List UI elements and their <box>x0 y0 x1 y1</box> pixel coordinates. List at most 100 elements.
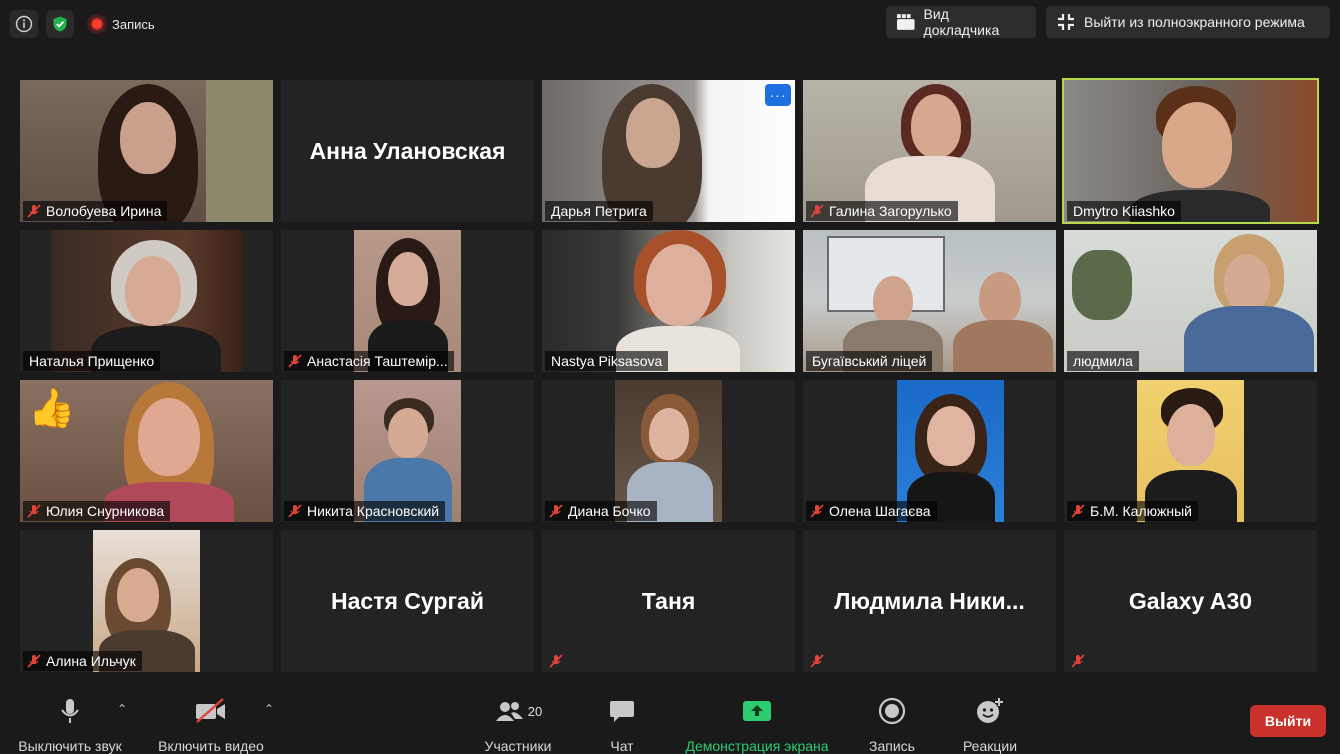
meeting-toolbar: Выключить звук ⌃ Включить видео ⌃ 20 Уча… <box>0 684 1340 754</box>
participant-name: Nastya Piksasova <box>551 353 663 369</box>
chat-icon <box>610 701 634 722</box>
recording-indicator[interactable]: Запись <box>90 17 155 32</box>
record-icon <box>878 697 906 725</box>
record-label: Запись <box>869 738 915 754</box>
participant-name-label: Nastya Piksasova <box>545 351 669 371</box>
participant-name: Бугаївський ліцей <box>812 353 927 369</box>
participant-name-label: Галина Загорулько <box>806 201 958 221</box>
participant-tile[interactable]: Олена Шагаєва <box>803 380 1056 522</box>
encryption-shield-icon[interactable] <box>46 10 74 38</box>
participant-tile[interactable]: 👍 Юлия Снурникова <box>20 380 273 522</box>
participant-tile[interactable]: людмила <box>1064 230 1317 372</box>
exit-fullscreen-label: Выйти из полноэкранного режима <box>1084 14 1305 30</box>
chat-button[interactable]: Чат <box>598 684 646 754</box>
info-icon[interactable] <box>10 10 38 38</box>
participant-mute-indicator <box>1067 651 1092 671</box>
participants-button[interactable]: 20 Участники <box>478 684 558 754</box>
participant-name-label: Никита Красновский <box>284 501 446 521</box>
muted-mic-icon <box>27 504 41 518</box>
participants-count: 20 <box>527 703 543 719</box>
participant-mute-indicator <box>806 651 831 671</box>
participant-tile[interactable]: Анна Улановская <box>281 80 534 222</box>
participant-tile[interactable]: Nastya Piksasova <box>542 230 795 372</box>
muted-mic-icon <box>549 654 563 668</box>
participant-name: Волобуева Ирина <box>46 203 162 219</box>
participant-name: Никита Красновский <box>307 503 440 519</box>
participant-tile[interactable]: Galaxy A30 <box>1064 530 1317 672</box>
mute-label: Выключить звук <box>18 738 122 754</box>
participant-name-label: Юлия Снурникова <box>23 501 171 521</box>
participant-name: Анастасія Таштемір... <box>307 353 448 369</box>
participant-tile[interactable]: Таня <box>542 530 795 672</box>
muted-mic-icon <box>288 504 302 518</box>
participant-tile[interactable]: Волобуева Ирина <box>20 80 273 222</box>
muted-mic-icon <box>27 204 41 218</box>
participant-display-name: Таня <box>641 587 696 614</box>
participant-display-name: Анна Улановская <box>309 137 506 164</box>
participant-tile[interactable]: Настя Сургай <box>281 530 534 672</box>
participant-display-name: Настя Сургай <box>331 587 484 614</box>
recording-dot-icon <box>90 17 104 31</box>
participant-tile[interactable]: Наталья Прищенко <box>20 230 273 372</box>
participant-name: Наталья Прищенко <box>29 353 155 369</box>
participant-name: Б.М. Калюжный <box>1090 503 1192 519</box>
participant-tile[interactable]: Бугаївський ліцей <box>803 230 1056 372</box>
muted-mic-icon <box>810 654 824 668</box>
share-screen-label: Демонстрация экрана <box>685 738 829 754</box>
record-button[interactable]: Запись <box>862 684 922 754</box>
participant-display-name: Людмила Ники... <box>834 587 1025 614</box>
top-bar-left: Запись <box>10 10 155 38</box>
share-screen-button[interactable]: Демонстрация экрана <box>676 684 838 754</box>
leave-meeting-button[interactable]: Выйти <box>1250 705 1326 737</box>
participant-tile[interactable]: ··· Дарья Петрига <box>542 80 795 222</box>
participant-name-label: людмила <box>1067 351 1139 371</box>
muted-mic-icon <box>27 654 41 668</box>
participant-tile[interactable]: Диана Бочко <box>542 380 795 522</box>
muted-mic-icon <box>1071 654 1085 668</box>
participant-tile-active-speaker[interactable]: Dmytro Kiiashko <box>1062 78 1319 224</box>
participant-name-label: Dmytro Kiiashko <box>1067 201 1181 221</box>
participant-mute-indicator <box>545 651 570 671</box>
participant-name: Галина Загорулько <box>829 203 952 219</box>
participant-name: Юлия Снурникова <box>46 503 165 519</box>
share-screen-icon <box>743 701 771 721</box>
participant-tile[interactable]: Никита Красновский <box>281 380 534 522</box>
participant-name-label: Б.М. Калюжный <box>1067 501 1198 521</box>
participant-tile[interactable]: Людмила Ники... <box>803 530 1056 672</box>
muted-mic-icon <box>549 504 563 518</box>
participant-name: Дарья Петрига <box>551 203 647 219</box>
speaker-view-icon <box>896 14 915 30</box>
video-options-chevron-up-icon[interactable]: ⌃ <box>262 702 276 716</box>
participants-icon <box>495 702 523 721</box>
muted-mic-icon <box>810 204 824 218</box>
start-video-button[interactable]: Включить видео <box>150 684 272 754</box>
participant-name-label: Анастасія Таштемір... <box>284 351 454 371</box>
speaker-view-button[interactable]: Вид докладчика <box>886 6 1036 38</box>
participant-name: Dmytro Kiiashko <box>1073 203 1175 219</box>
participant-name-label: Олена Шагаєва <box>806 501 937 521</box>
participant-name: людмила <box>1073 353 1133 369</box>
top-bar: Запись Вид докладчика Выйти из полноэкра… <box>0 0 1340 48</box>
video-off-icon <box>196 698 225 723</box>
participant-name: Олена Шагаєва <box>829 503 931 519</box>
participant-tile[interactable]: Б.М. Калюжный <box>1064 380 1317 522</box>
participant-tile[interactable]: Анастасія Таштемір... <box>281 230 534 372</box>
participant-tile[interactable]: Алина Ильчук <box>20 530 273 672</box>
muted-mic-icon <box>288 354 302 368</box>
thumbs-up-reaction-icon: 👍 <box>28 388 76 430</box>
reactions-button[interactable]: Реакции <box>956 684 1024 754</box>
muted-mic-icon <box>1071 504 1085 518</box>
recording-label: Запись <box>112 16 155 32</box>
chat-label: Чат <box>610 738 634 754</box>
reactions-label: Реакции <box>962 738 1018 754</box>
exit-fullscreen-button[interactable]: Выйти из полноэкранного режима <box>1046 6 1330 38</box>
mute-button[interactable]: Выключить звук <box>8 684 132 754</box>
participant-tile[interactable]: Галина Загорулько <box>803 80 1056 222</box>
video-label: Включить видео <box>158 738 264 754</box>
exit-fullscreen-icon <box>1058 14 1074 30</box>
more-options-button[interactable]: ··· <box>765 84 791 106</box>
participant-name-label: Диана Бочко <box>545 501 657 521</box>
audio-options-chevron-up-icon[interactable]: ⌃ <box>115 702 129 716</box>
participant-name-label: Алина Ильчук <box>23 651 142 671</box>
microphone-icon <box>61 699 79 723</box>
